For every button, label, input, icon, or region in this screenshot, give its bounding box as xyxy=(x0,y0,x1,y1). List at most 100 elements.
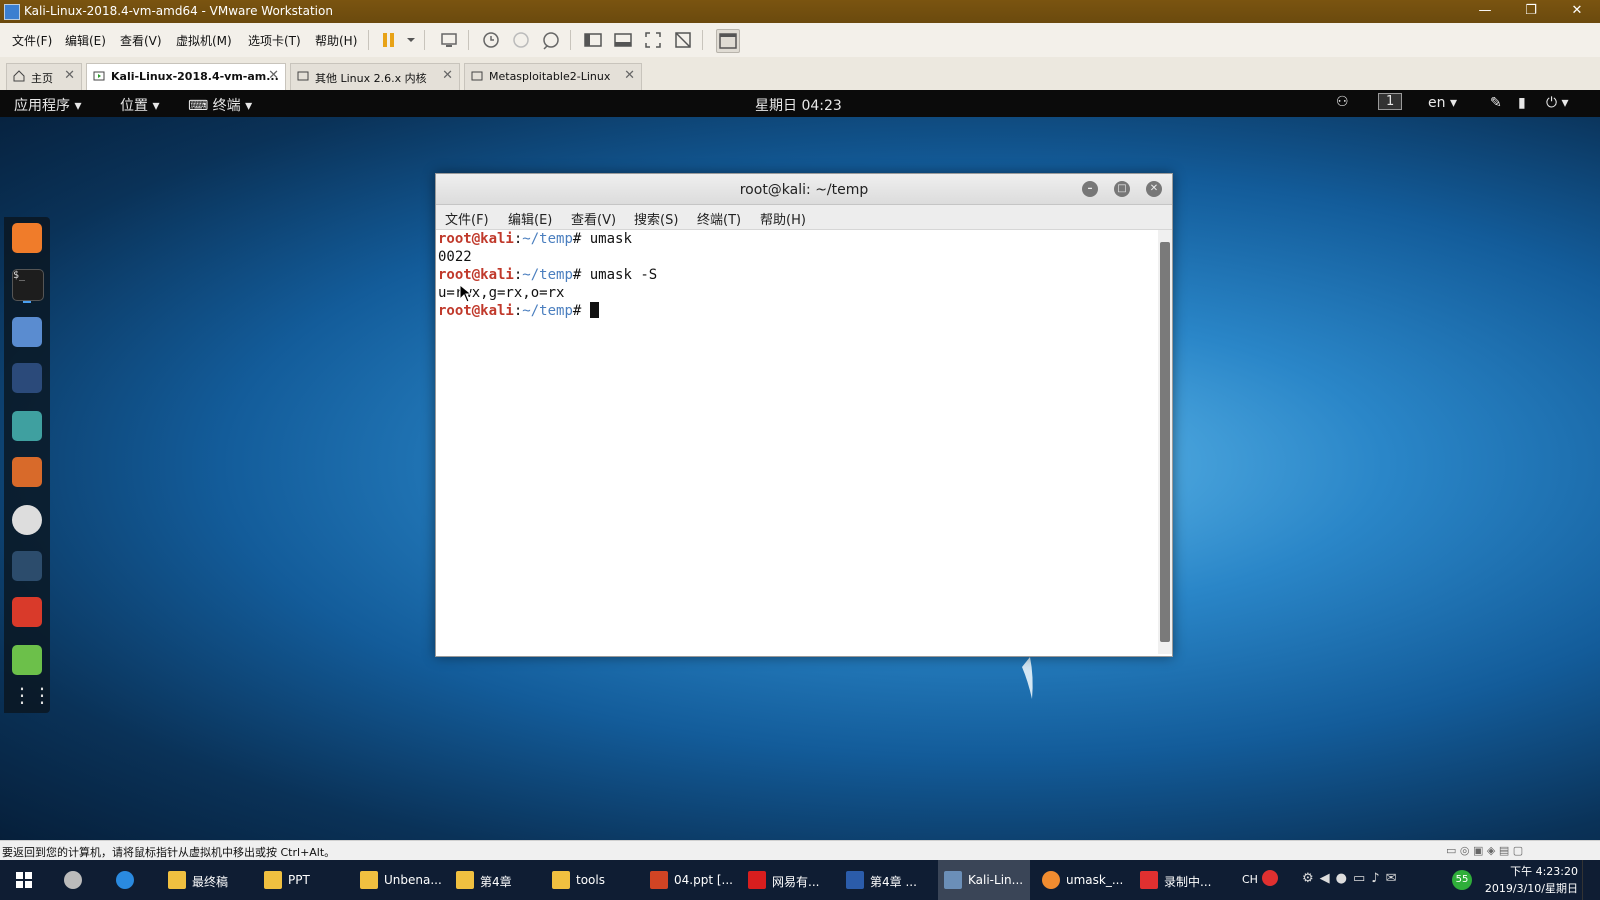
taskbar-item-label: Kali-Lin... xyxy=(968,873,1024,887)
taskbar-item[interactable]: 第4章 ... xyxy=(840,860,932,900)
places-menu[interactable]: 位置 ▾ xyxy=(120,95,159,115)
start-button[interactable] xyxy=(8,860,40,900)
tray-date[interactable]: 2019/3/10/星期日 xyxy=(1478,880,1578,896)
taskbar-item[interactable]: 04.ppt [... xyxy=(644,860,736,900)
full-screen-icon[interactable] xyxy=(642,29,664,51)
terminal-output[interactable]: root@kali:~/temp# umask 0022 root@kali:~… xyxy=(436,230,1156,654)
tab-linux-26[interactable]: 其他 Linux 2.6.x 内核 ✕ xyxy=(290,63,460,90)
taskbar-item[interactable]: 第4章 xyxy=(450,860,540,900)
beef-icon[interactable] xyxy=(12,551,42,581)
taskbar-item[interactable]: 网易有... xyxy=(742,860,834,900)
browser-icon xyxy=(1042,871,1060,889)
close-button[interactable]: ✕ xyxy=(1554,0,1600,23)
tab-metasploitable[interactable]: Metasploitable2-Linux ✕ xyxy=(464,63,642,90)
maltego-icon[interactable] xyxy=(12,505,42,535)
terminal-app-menu[interactable]: ⌨ 终端 ▾ xyxy=(188,95,252,115)
taskbar-item[interactable]: umask_... xyxy=(1036,860,1128,900)
tray-icons[interactable]: ⚙◀●▭♪✉ xyxy=(1302,871,1402,886)
recorder-icon xyxy=(1140,871,1158,889)
taskbar-item[interactable]: tools xyxy=(546,860,636,900)
pause-icon[interactable] xyxy=(378,29,400,51)
sogou-icon[interactable] xyxy=(1262,870,1278,886)
taskbar-item-label: 第4章 ... xyxy=(870,875,917,889)
folder-icon xyxy=(264,871,282,889)
send-ctrl-alt-del-icon[interactable] xyxy=(438,29,460,51)
menu-help[interactable]: 帮助(H) xyxy=(315,32,357,49)
tray-time[interactable]: 下午 4:23:20 xyxy=(1504,863,1578,879)
snapshot-manager-icon[interactable] xyxy=(540,29,562,51)
menu-file[interactable]: 文件(F) xyxy=(12,32,52,49)
folder-icon xyxy=(552,871,570,889)
chevron-down-icon: ▾ xyxy=(74,98,82,114)
restore-button[interactable]: ❐ xyxy=(1508,0,1554,23)
thumbnail-bar-icon[interactable] xyxy=(612,29,634,51)
firefox-icon[interactable] xyxy=(12,223,42,253)
users-icon[interactable]: ⚇ xyxy=(1336,94,1349,110)
power-icon[interactable]: ⏻ ▾ xyxy=(1546,95,1569,111)
burpsuite-icon[interactable] xyxy=(12,457,42,487)
workspace-indicator[interactable]: 1 xyxy=(1378,93,1403,110)
terminal-menu-edit[interactable]: 编辑(E) xyxy=(508,209,552,228)
sidebar-icon[interactable] xyxy=(582,29,604,51)
terminal-menu-file[interactable]: 文件(F) xyxy=(445,209,489,228)
taskbar-item[interactable]: Unbena... xyxy=(354,860,446,900)
close-icon[interactable]: ✕ xyxy=(1146,181,1162,197)
running-indicator xyxy=(23,301,31,303)
show-apps-icon[interactable]: ⋮⋮ xyxy=(12,683,52,713)
terminal-menu-search[interactable]: 搜索(S) xyxy=(634,209,678,228)
kali-desktop: $_ ⋮⋮ root@kali: ~/temp – □ ✕ 文件(F) 编辑(E… xyxy=(0,117,1600,840)
pinned-app-icon[interactable] xyxy=(58,860,90,900)
terminal-menu-view[interactable]: 查看(V) xyxy=(571,209,616,228)
menu-edit[interactable]: 编辑(E) xyxy=(65,32,106,49)
clock[interactable]: 星期日 04:23 xyxy=(755,95,842,115)
armitage-icon[interactable] xyxy=(12,411,42,441)
maximize-icon[interactable]: □ xyxy=(1114,181,1130,197)
snapshot-icon[interactable] xyxy=(480,29,502,51)
ime-indicator[interactable]: CH xyxy=(1242,873,1258,886)
language-label: en xyxy=(1428,95,1446,111)
scrollbar-thumb[interactable] xyxy=(1160,242,1170,642)
tab-home[interactable]: 主页 ✕ xyxy=(6,63,82,90)
taskbar-item[interactable]: Kali-Lin... xyxy=(938,860,1030,900)
applications-menu[interactable]: 应用程序 ▾ xyxy=(14,95,81,115)
tab-kali[interactable]: Kali-Linux-2018.4-vm-am... ✕ xyxy=(86,63,286,90)
vmware-menubar: 文件(F) 编辑(E) 查看(V) 虚拟机(M) 选项卡(T) 帮助(H) xyxy=(0,23,1600,58)
network-icon[interactable]: ▮ xyxy=(1518,95,1526,111)
terminal-icon[interactable]: $_ xyxy=(12,269,44,301)
unity-icon[interactable] xyxy=(672,29,694,51)
tray-badge[interactable]: 55 xyxy=(1452,870,1472,890)
taskbar-item[interactable]: 录制中... xyxy=(1134,860,1230,900)
leafpad-icon[interactable] xyxy=(12,645,42,675)
dropper-icon[interactable]: ✎ xyxy=(1490,95,1502,111)
minimize-icon[interactable]: – xyxy=(1082,181,1098,197)
language-menu[interactable]: en ▾ xyxy=(1428,95,1457,111)
ie-icon[interactable] xyxy=(110,860,142,900)
menu-tabs[interactable]: 选项卡(T) xyxy=(248,32,301,49)
menu-vm[interactable]: 虚拟机(M) xyxy=(176,32,232,49)
close-icon[interactable]: ✕ xyxy=(442,68,453,83)
terminal-menu-help[interactable]: 帮助(H) xyxy=(760,209,806,228)
faraday-icon[interactable] xyxy=(12,597,42,627)
terminal-scrollbar[interactable] xyxy=(1158,230,1172,654)
taskbar-item[interactable]: 最终稿 xyxy=(162,860,252,900)
close-icon[interactable]: ✕ xyxy=(64,68,75,83)
minimize-button[interactable]: — xyxy=(1462,0,1508,23)
taskbar-item-label: Unbena... xyxy=(384,873,442,887)
terminal-titlebar[interactable]: root@kali: ~/temp – □ ✕ xyxy=(436,174,1172,205)
close-icon[interactable]: ✕ xyxy=(624,68,635,83)
chevron-down-icon[interactable] xyxy=(400,29,415,51)
close-icon[interactable]: ✕ xyxy=(268,68,279,83)
revert-snapshot-icon[interactable] xyxy=(510,29,532,51)
show-desktop-button[interactable] xyxy=(1582,860,1600,900)
taskbar-item-label: tools xyxy=(576,873,605,887)
metasploit-icon[interactable] xyxy=(12,363,42,393)
console-view-icon[interactable] xyxy=(716,29,740,53)
device-icons[interactable]: ▭ ◎ ▣ ◈ ▤ ▢ xyxy=(1446,844,1523,857)
word-icon xyxy=(846,871,864,889)
menu-view[interactable]: 查看(V) xyxy=(120,32,162,49)
vmware-app-icon xyxy=(4,4,20,20)
files-icon[interactable] xyxy=(12,317,42,347)
terminal-menu-terminal[interactable]: 终端(T) xyxy=(697,209,741,228)
taskbar-item[interactable]: PPT xyxy=(258,860,348,900)
windows-logo-icon xyxy=(16,872,32,888)
